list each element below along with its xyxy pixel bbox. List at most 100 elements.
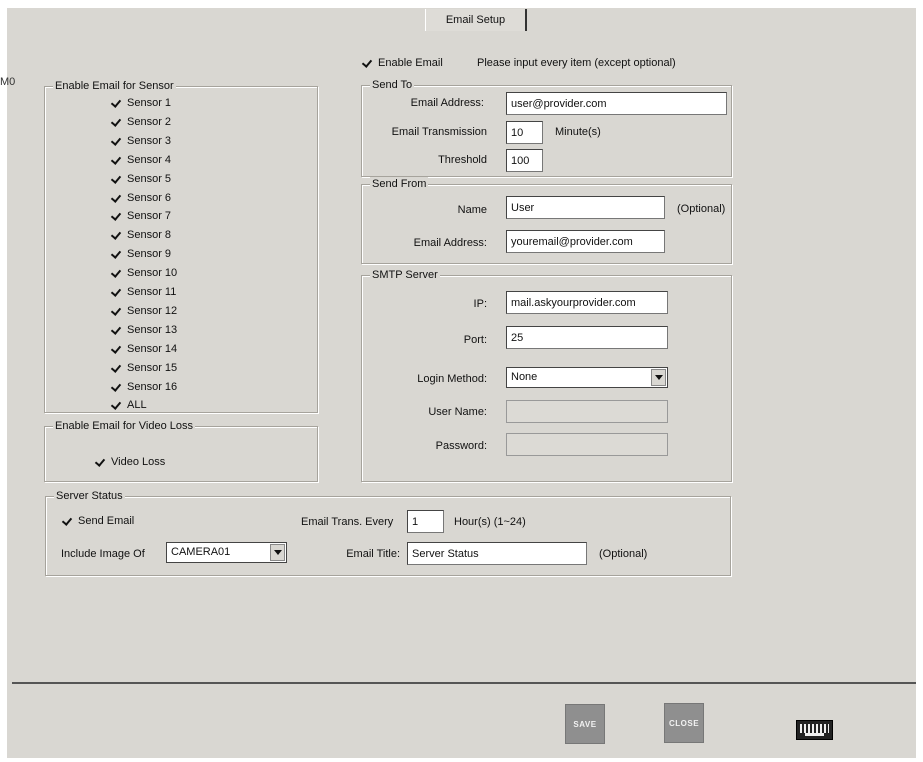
smtp-port-input[interactable] [506, 326, 668, 349]
smtp-title: SMTP Server [370, 268, 440, 282]
sensor-checkbox[interactable]: Sensor 16 [111, 380, 177, 394]
send-from-email-label: Email Address: [413, 237, 487, 249]
sensor-group: Enable Email for Sensor [44, 79, 318, 413]
sensor-checkbox[interactable]: Sensor 3 [111, 134, 171, 148]
checkmark-icon [111, 306, 122, 317]
checkmark-icon [111, 136, 122, 147]
chevron-down-icon[interactable] [270, 544, 285, 561]
email-title-input[interactable] [407, 542, 587, 565]
checkmark-icon [111, 249, 122, 260]
send-from-title: Send From [370, 177, 429, 191]
send-from-email-input[interactable] [506, 230, 665, 253]
sensor-checkbox[interactable]: Sensor 1 [111, 96, 171, 110]
keyboard-icon[interactable] [796, 720, 833, 740]
footer-divider [12, 682, 916, 684]
sensor-checkbox[interactable]: Sensor 7 [111, 209, 171, 223]
sensor-label: Sensor 15 [127, 362, 178, 374]
email-trans-every-label: Email Trans. Every [301, 516, 394, 528]
sensor-checkbox[interactable]: Sensor 8 [111, 228, 171, 242]
checkmark-icon [111, 382, 122, 393]
include-image-label: Include Image Of [61, 548, 145, 560]
sensor-label: Sensor 5 [127, 173, 172, 185]
edge-label: M0 [0, 76, 16, 88]
send-email-checkbox[interactable]: Send Email [62, 514, 134, 528]
required-hint: Please input every item (except optional… [477, 57, 676, 69]
send-to-title: Send To [370, 78, 415, 92]
checkmark-icon [111, 230, 122, 241]
sensor-label: Sensor 1 [127, 97, 172, 109]
checkmark-icon [362, 58, 373, 69]
sensor-checkbox[interactable]: Sensor 11 [111, 285, 176, 299]
name-optional-note: (Optional) [677, 203, 726, 215]
send-email-label: Send Email [78, 515, 135, 527]
save-button[interactable]: SAVE [565, 704, 605, 744]
email-title-label: Email Title: [346, 548, 400, 560]
close-button[interactable]: CLOSE [664, 703, 704, 743]
sensor-label: Sensor 9 [127, 248, 172, 260]
password-input[interactable] [506, 433, 668, 456]
checkmark-icon [111, 344, 122, 355]
checkmark-icon [111, 268, 122, 279]
video-loss-label: Video Loss [111, 456, 166, 468]
server-status-group: Server Status [45, 489, 731, 576]
login-method-select[interactable]: None [506, 367, 668, 388]
send-to-email-input[interactable] [506, 92, 727, 115]
checkmark-icon [95, 457, 106, 468]
send-from-name-input[interactable] [506, 196, 665, 219]
threshold-input[interactable] [506, 149, 543, 172]
sensor-checkbox[interactable]: Sensor 5 [111, 172, 171, 186]
sensor-checkbox[interactable]: Sensor 10 [111, 266, 177, 280]
login-method-value: None [511, 371, 538, 383]
checkmark-icon [111, 400, 122, 411]
sensor-checkbox[interactable]: Sensor 9 [111, 247, 171, 261]
sensor-checkbox[interactable]: Sensor 15 [111, 361, 177, 375]
sensor-label: Sensor 8 [127, 229, 172, 241]
sensor-label: ALL [127, 399, 147, 411]
checkmark-icon [111, 325, 122, 336]
checkmark-icon [111, 155, 122, 166]
checkmark-icon [111, 98, 122, 109]
checkmark-icon [111, 363, 122, 374]
enable-email-checkbox[interactable]: Enable Email [362, 56, 443, 70]
sensor-label: Sensor 11 [127, 286, 177, 298]
video-loss-group-title: Enable Email for Video Loss [53, 419, 195, 433]
include-image-value: CAMERA01 [171, 546, 231, 558]
sensor-label: Sensor 3 [127, 135, 172, 147]
send-to-email-label: Email Address: [410, 97, 484, 109]
sensor-label: Sensor 2 [127, 116, 172, 128]
sensor-checkbox[interactable]: Sensor 14 [111, 342, 177, 356]
sensor-checkbox[interactable]: Sensor 13 [111, 323, 177, 337]
checkmark-icon [111, 117, 122, 128]
login-method-label: Login Method: [417, 373, 487, 385]
tab-email-setup[interactable]: Email Setup [425, 9, 527, 31]
minutes-unit-label: Minute(s) [555, 126, 601, 138]
smtp-port-label: Port: [463, 334, 487, 346]
server-status-title: Server Status [54, 489, 125, 503]
checkmark-icon [111, 211, 122, 222]
video-loss-group: Enable Email for Video Loss [44, 419, 318, 482]
email-transmission-label: Email Transmission [391, 126, 487, 138]
sensor-checkbox[interactable]: ALL [111, 398, 147, 412]
sensor-label: Sensor 6 [127, 192, 172, 204]
sensor-label: Sensor 14 [127, 343, 178, 355]
smtp-ip-input[interactable] [506, 291, 668, 314]
sensor-label: Sensor 10 [127, 267, 178, 279]
sensor-label: Sensor 7 [127, 210, 172, 222]
email-transmission-input[interactable] [506, 121, 543, 144]
send-from-name-label: Name [457, 204, 487, 216]
email-trans-every-input[interactable] [407, 510, 444, 533]
sensor-checkbox[interactable]: Sensor 4 [111, 153, 171, 167]
sensor-label: Sensor 4 [127, 154, 172, 166]
sensor-label: Sensor 13 [127, 324, 178, 336]
chevron-down-icon[interactable] [651, 369, 666, 386]
sensor-checkbox[interactable]: Sensor 12 [111, 304, 177, 318]
sensor-checkbox[interactable]: Sensor 2 [111, 115, 171, 129]
include-image-select[interactable]: CAMERA01 [166, 542, 287, 563]
checkmark-icon [111, 174, 122, 185]
video-loss-checkbox[interactable]: Video Loss [95, 455, 165, 469]
sensor-checkbox[interactable]: Sensor 6 [111, 191, 171, 205]
threshold-label: Threshold [438, 154, 487, 166]
hours-range-label: Hour(s) (1~24) [454, 516, 526, 528]
sensor-label: Sensor 12 [127, 305, 178, 317]
user-name-input[interactable] [506, 400, 668, 423]
